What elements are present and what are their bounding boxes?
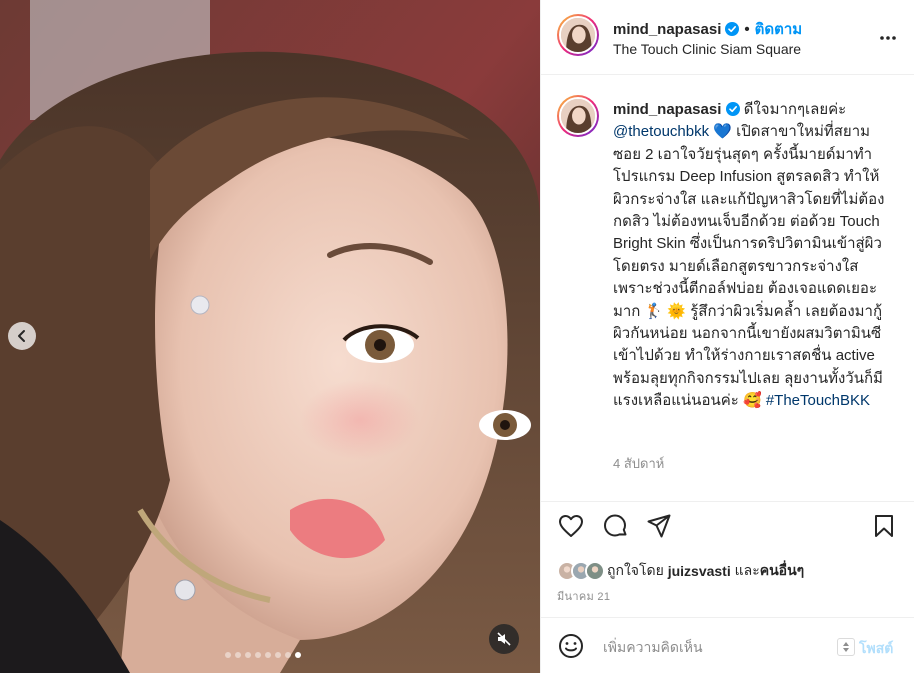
author-username[interactable]: mind_napasasi [613, 21, 721, 38]
comment-icon[interactable] [601, 512, 629, 540]
post-details-panel: mind_napasasi • ติดตาม The Touch Clinic … [540, 0, 914, 673]
header-user-line: mind_napasasi • ติดตาม [613, 17, 802, 41]
caption-mention[interactable]: @thetouchbkk [613, 123, 709, 140]
comment-input[interactable] [603, 636, 823, 658]
stepper-control[interactable] [837, 638, 855, 656]
verified-badge-icon [725, 22, 740, 36]
carousel-indicators [225, 652, 301, 658]
smiley-icon[interactable] [557, 632, 585, 660]
post-media[interactable] [0, 0, 540, 673]
liked-by-user[interactable]: juizsvasti [668, 563, 731, 579]
post-viewer: mind_napasasi • ติดตาม The Touch Clinic … [0, 0, 914, 673]
caption-prefix: ดีใจมากๆเลยค่ะ [743, 101, 847, 118]
avatar-image [561, 99, 595, 133]
action-bar [541, 502, 914, 550]
liked-by-others[interactable]: คนอื่นๆ [760, 560, 804, 582]
bookmark-icon[interactable] [870, 512, 898, 540]
liker-avatar [585, 561, 605, 581]
author-avatar[interactable] [557, 14, 599, 56]
avatar-image [561, 18, 595, 52]
post-comment-button[interactable]: โพสต์ [859, 638, 893, 660]
likes-summary: ถูกใจโดย juizsvasti และ คนอื่นๆ [557, 560, 804, 582]
carousel-dot [225, 652, 231, 658]
likes-mid: และ [734, 562, 760, 578]
caption-hashtag[interactable]: #TheTouchBKK [766, 392, 870, 409]
caption-timestamp[interactable]: 4 สัปดาห์ [613, 453, 664, 474]
carousel-dot [295, 652, 301, 658]
caption-author-avatar[interactable] [557, 95, 599, 137]
caption-text: mind_napasasi ดีใจมากๆเลยค่ะ @thetouchbk… [613, 99, 889, 413]
liker-avatars[interactable] [557, 561, 605, 581]
previous-slide-button[interactable] [8, 322, 36, 350]
caption-username[interactable]: mind_napasasi [613, 101, 721, 118]
heart-icon[interactable] [557, 512, 585, 540]
likes-prefix: ถูกใจโดย [607, 562, 664, 578]
caption-area[interactable]: mind_napasasi ดีใจมากๆเลยค่ะ @thetouchbk… [541, 75, 914, 502]
verified-badge-icon [725, 102, 740, 116]
paper-plane-icon[interactable] [645, 512, 673, 540]
caption-body: 💙 เปิดสาขาใหม่ที่สยามซอย 2 เอาใจวัยรุ่นส… [613, 123, 885, 410]
carousel-dot [255, 652, 261, 658]
carousel-dot [275, 652, 281, 658]
post-photo [0, 0, 540, 673]
follow-button[interactable]: ติดตาม [755, 17, 803, 41]
up-down-arrows-icon [843, 642, 849, 652]
carousel-dot [245, 652, 251, 658]
speaker-muted-icon [497, 632, 511, 646]
post-date[interactable]: มีนาคม 21 [557, 587, 610, 605]
comment-composer: โพสต์ [541, 617, 914, 674]
post-header: mind_napasasi • ติดตาม The Touch Clinic … [541, 0, 914, 75]
chevron-left-icon [18, 330, 25, 342]
carousel-dot [235, 652, 241, 658]
mute-toggle-button[interactable] [489, 624, 519, 654]
carousel-dot [265, 652, 271, 658]
more-options-icon[interactable] [878, 28, 898, 48]
post-location[interactable]: The Touch Clinic Siam Square [613, 41, 801, 57]
header-separator: • [744, 20, 750, 38]
carousel-dot [285, 652, 291, 658]
